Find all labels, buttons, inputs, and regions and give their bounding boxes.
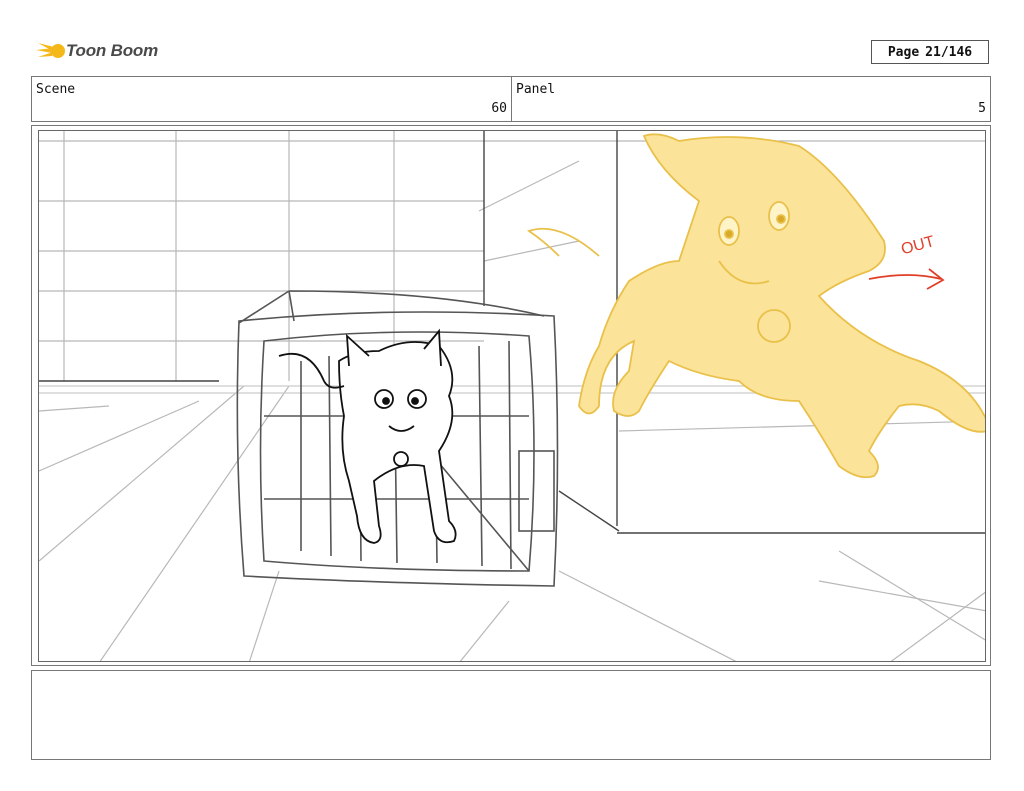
storyboard-header: Scene 60 Panel 5 (31, 76, 991, 122)
panel-number: 5 (978, 101, 986, 116)
panel-notes-area (31, 670, 991, 760)
scene-label: Scene (36, 82, 76, 97)
scene-cell: Scene 60 (32, 77, 512, 121)
kitten-in-crate (278, 328, 457, 544)
scene-number: 60 (491, 101, 507, 116)
page-counter: Page 21/146 (871, 40, 989, 64)
page-label: Page (887, 44, 920, 60)
dog-highlight (526, 133, 985, 479)
out-label: OUT (899, 233, 936, 258)
storyboard-panel-image: OUT (38, 130, 986, 662)
sketch-drawing: OUT (39, 131, 985, 661)
brand-name: Toon Boom (66, 41, 158, 60)
panel-cell: Panel 5 (512, 77, 990, 121)
panel-label: Panel (516, 82, 556, 97)
page-value: 21/146 (925, 44, 973, 60)
out-arrow-annotation (868, 268, 945, 290)
